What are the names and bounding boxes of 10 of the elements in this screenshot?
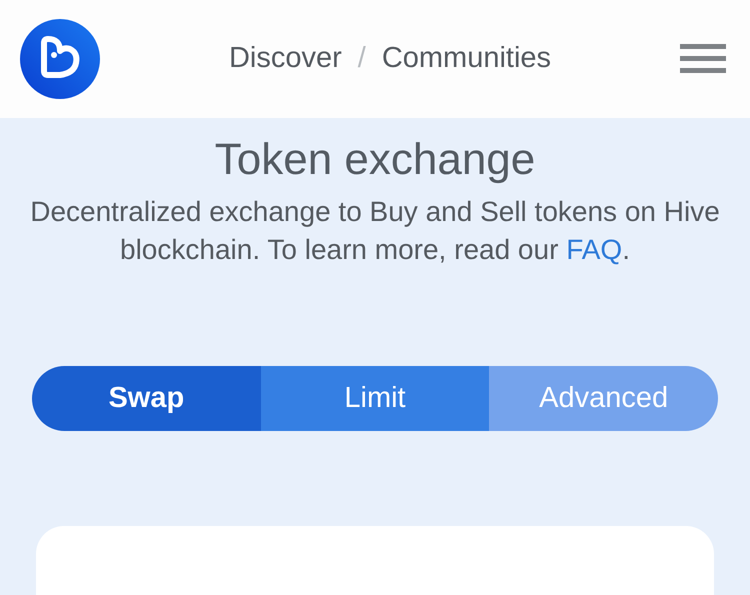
tab[interactable]: Swap [32, 366, 261, 431]
description-text: Decentralized exchange to Buy and Sell tokens on Hive blockchain. To learn more, read our FAQ. [29, 195, 721, 267]
faq-link[interactable]: FAQ [566, 234, 622, 265]
breadcrumb-separator: / [358, 41, 366, 76]
breadcrumb-link[interactable]: Communities [382, 37, 552, 81]
breadcrumb-link[interactable]: Discover [228, 37, 342, 81]
page-title: Token exchange [214, 134, 536, 186]
tab[interactable]: Limit [260, 366, 490, 431]
menu-icon[interactable] [680, 44, 726, 74]
logo-icon[interactable] [20, 19, 100, 99]
